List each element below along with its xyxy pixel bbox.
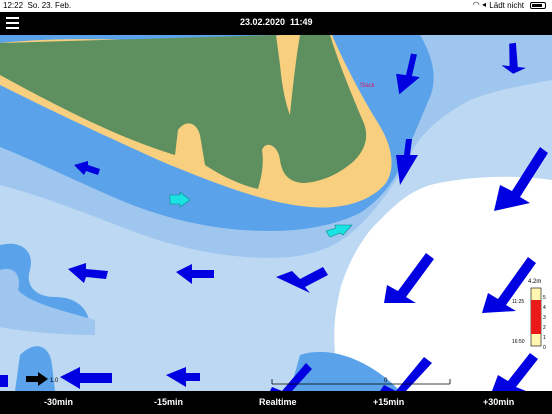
realtime-button[interactable]: Realtime (259, 397, 297, 407)
wifi-icon: ◠ ◂ (472, 0, 486, 9)
gauge-max-label: 4.2m (528, 279, 541, 285)
gauge-tick: 5 (543, 295, 546, 301)
current-arrow (0, 375, 8, 387)
status-bar: 12:22 So. 23. Feb. ◠ ◂ Lädt nicht (0, 0, 552, 12)
charging-status: Lädt nicht (489, 1, 524, 10)
plus-15-button[interactable]: +15min (373, 397, 404, 407)
gauge-tick: 1 (543, 335, 546, 341)
minus-15-button[interactable]: -15min (154, 397, 183, 407)
gauge-tick: 3 (543, 315, 546, 321)
tide-gauge: 4.2m 5 4 3 2 1 0 11:25 16:50 (512, 279, 546, 351)
current-arrow (384, 253, 434, 303)
hamburger-menu-icon[interactable] (6, 17, 19, 29)
time-step-bar: -30min -15min Realtime +15min +30min (0, 391, 552, 414)
current-arrow (482, 257, 536, 313)
tidal-current-map[interactable]: Slack 1.0 0 4.2m 5 4 3 2 1 0 11:25 16:50 (0, 35, 552, 391)
gauge-tick: 2 (543, 325, 546, 331)
slack-label: Slack (360, 83, 376, 89)
gauge-tick: 4 (543, 305, 546, 311)
current-arrow (492, 353, 538, 391)
scale-label-left: 1.0 (50, 378, 59, 384)
gauge-time-high: 11:25 (512, 299, 524, 305)
app-header: 23.02.2020 11:49 (0, 12, 552, 35)
gauge-time-low: 16:50 (512, 339, 525, 345)
plus-30-button[interactable]: +30min (483, 397, 514, 407)
status-time-date: 12:22 So. 23. Feb. (3, 1, 72, 10)
minus-30-button[interactable]: -30min (44, 397, 73, 407)
battery-icon (530, 2, 546, 9)
header-time: 11:49 (290, 17, 313, 27)
map-canvas: Slack 1.0 0 4.2m 5 4 3 2 1 0 11:25 16:50 (0, 35, 552, 391)
header-date: 23.02.2020 (240, 17, 286, 27)
gauge-tick: 0 (543, 345, 546, 351)
